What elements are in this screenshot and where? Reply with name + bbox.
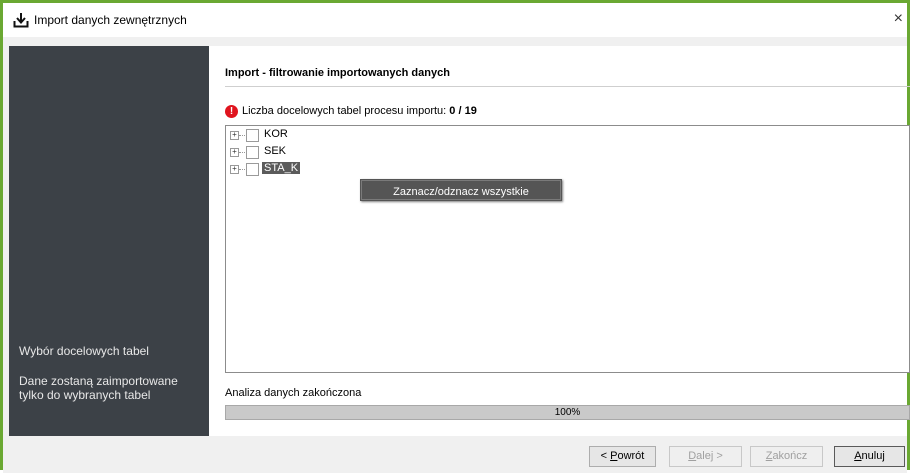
wizard-content: Import - filtrowanie importowanych danyc… bbox=[209, 46, 910, 436]
back-rest: owrót bbox=[617, 450, 645, 462]
step-description: Dane zostaną zaimportowane tylko do wybr… bbox=[19, 374, 178, 402]
context-menu: Zaznacz/odznacz wszystkie bbox=[360, 179, 562, 201]
step-title: Wybór docelowych tabel bbox=[19, 344, 149, 358]
tree-connector bbox=[239, 135, 245, 136]
title-bar: Import danych zewnętrznych × bbox=[3, 3, 907, 37]
cancel-button[interactable]: Anuluj bbox=[834, 446, 905, 467]
finish-rest: akończ bbox=[772, 450, 808, 462]
cancel-rest: nuluj bbox=[861, 450, 885, 462]
close-icon[interactable]: × bbox=[894, 10, 903, 28]
import-dialog: Import danych zewnętrznych × Wybór docel… bbox=[0, 0, 910, 473]
back-button[interactable]: < Powrót bbox=[589, 446, 656, 467]
table-count-value: 0 / 19 bbox=[449, 105, 477, 117]
page-title: Import - filtrowanie importowanych danyc… bbox=[225, 67, 450, 79]
tree-checkbox[interactable] bbox=[246, 163, 259, 176]
tree-checkbox[interactable] bbox=[246, 146, 259, 159]
tree-node-label[interactable]: STA_K bbox=[262, 162, 301, 174]
tree-node-label[interactable]: SEK bbox=[262, 145, 288, 157]
download-icon bbox=[13, 13, 29, 28]
progress-bar: 100% bbox=[225, 405, 910, 420]
window-title: Import danych zewnętrznych bbox=[34, 13, 187, 27]
divider bbox=[225, 86, 910, 87]
tree-connector bbox=[239, 169, 245, 170]
back-prefix: < bbox=[600, 450, 611, 462]
progress-label: 100% bbox=[554, 407, 581, 418]
status-text: Analiza danych zakończona bbox=[225, 387, 362, 399]
expand-icon[interactable]: + bbox=[230, 131, 239, 140]
next-button[interactable]: Dalej > bbox=[669, 446, 742, 467]
context-menu-item-select-all[interactable]: Zaznacz/odznacz wszystkie bbox=[361, 180, 561, 200]
exclamation-icon: ! bbox=[225, 105, 238, 118]
cancel-key: A bbox=[854, 450, 862, 462]
expand-icon[interactable]: + bbox=[230, 148, 239, 157]
button-bar: < Powrót Dalej > Zakończ Anuluj bbox=[3, 436, 907, 473]
tree-connector bbox=[239, 152, 245, 153]
tree-checkbox[interactable] bbox=[246, 129, 259, 142]
next-key: D bbox=[688, 450, 697, 462]
wizard-sidebar: Wybór docelowych tabel Dane zostaną zaim… bbox=[9, 46, 209, 436]
expand-icon[interactable]: + bbox=[230, 165, 239, 174]
finish-button[interactable]: Zakończ bbox=[750, 446, 823, 467]
next-rest: alej > bbox=[696, 450, 723, 462]
tree-node-label[interactable]: KOR bbox=[262, 128, 290, 140]
table-count: Liczba docelowych tabel procesu importu:… bbox=[242, 105, 477, 117]
table-count-label: Liczba docelowych tabel procesu importu: bbox=[242, 105, 447, 117]
context-menu-item-label: Zaznacz/odznacz wszystkie bbox=[393, 186, 529, 198]
table-tree[interactable]: + KOR + SEK + STA_K Zaznacz/odznacz wszy… bbox=[225, 125, 910, 373]
